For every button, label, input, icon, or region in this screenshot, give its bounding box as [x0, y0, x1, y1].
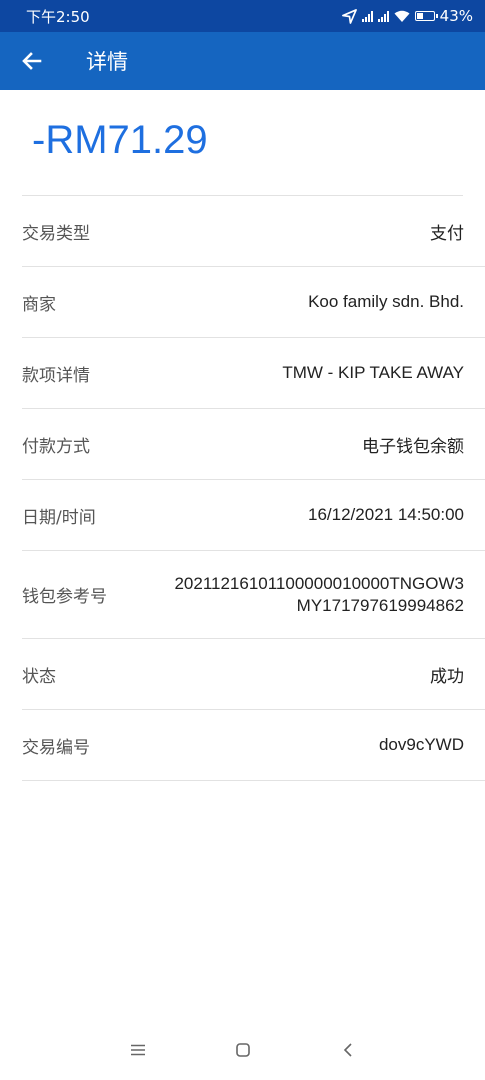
detail-row-datetime: 日期/时间 16/12/2021 14:50:00 — [22, 480, 485, 551]
signal-icon — [377, 10, 389, 22]
status-icons: 43% — [341, 7, 473, 25]
wifi-icon — [394, 10, 410, 22]
detail-value-line: MY171797619994862 — [296, 595, 464, 615]
system-nav-bar — [0, 1020, 485, 1080]
detail-label: 商家 — [22, 294, 56, 315]
detail-label: 钱包参考号 — [22, 587, 107, 607]
detail-label: 状态 — [22, 666, 56, 687]
detail-value: 电子钱包余额 — [362, 436, 464, 456]
detail-row-transaction-type: 交易类型 支付 — [22, 196, 485, 267]
details-list: 交易类型 支付 商家 Koo family sdn. Bhd. 款项详情 TMW… — [22, 196, 485, 781]
app-bar: 详情 — [0, 32, 485, 90]
detail-value: 支付 — [430, 223, 464, 243]
detail-row-merchant: 商家 Koo family sdn. Bhd. — [22, 267, 485, 338]
detail-label: 交易编号 — [22, 737, 90, 758]
detail-label: 款项详情 — [22, 365, 90, 386]
detail-value: Koo family sdn. Bhd. — [308, 292, 464, 311]
battery-icon — [414, 11, 438, 21]
page-title: 详情 — [86, 50, 128, 74]
square-icon — [235, 1043, 250, 1057]
navigation-arrow-icon — [341, 8, 357, 24]
transaction-amount: -RM71.29 — [32, 118, 208, 162]
detail-row-status: 状态 成功 — [22, 639, 485, 710]
detail-value: TMW - KIP TAKE AWAY — [282, 363, 464, 382]
detail-value: 16/12/2021 14:50:00 — [308, 505, 464, 524]
detail-value-line: 20211216101100000010000TNGOW3 — [174, 573, 464, 593]
detail-label: 日期/时间 — [22, 507, 96, 528]
signal-icon — [361, 10, 373, 22]
nav-back-button[interactable] — [328, 1030, 368, 1070]
detail-value: 20211216101100000010000TNGOW3 MY17179761… — [174, 573, 464, 617]
detail-label: 交易类型 — [22, 223, 90, 244]
detail-row-payment-details: 款项详情 TMW - KIP TAKE AWAY — [22, 338, 485, 409]
detail-row-payment-method: 付款方式 电子钱包余额 — [22, 409, 485, 480]
detail-row-transaction-id: 交易编号 dov9cYWD — [22, 710, 485, 781]
chevron-left-icon — [343, 1043, 352, 1057]
nav-menu-button[interactable] — [118, 1030, 158, 1070]
nav-home-button[interactable] — [223, 1030, 263, 1070]
detail-value: dov9cYWD — [378, 735, 464, 754]
menu-icon — [130, 1044, 145, 1056]
battery-percent: 43% — [439, 7, 473, 25]
back-button[interactable] — [8, 32, 56, 90]
status-time: 下午2:50 — [26, 7, 90, 26]
arrow-left-icon — [22, 52, 42, 70]
detail-label: 付款方式 — [22, 436, 90, 457]
status-bar: 下午2:50 43% — [0, 0, 485, 32]
detail-row-wallet-reference: 钱包参考号 20211216101100000010000TNGOW3 MY17… — [22, 551, 485, 639]
detail-value: 成功 — [430, 666, 464, 686]
